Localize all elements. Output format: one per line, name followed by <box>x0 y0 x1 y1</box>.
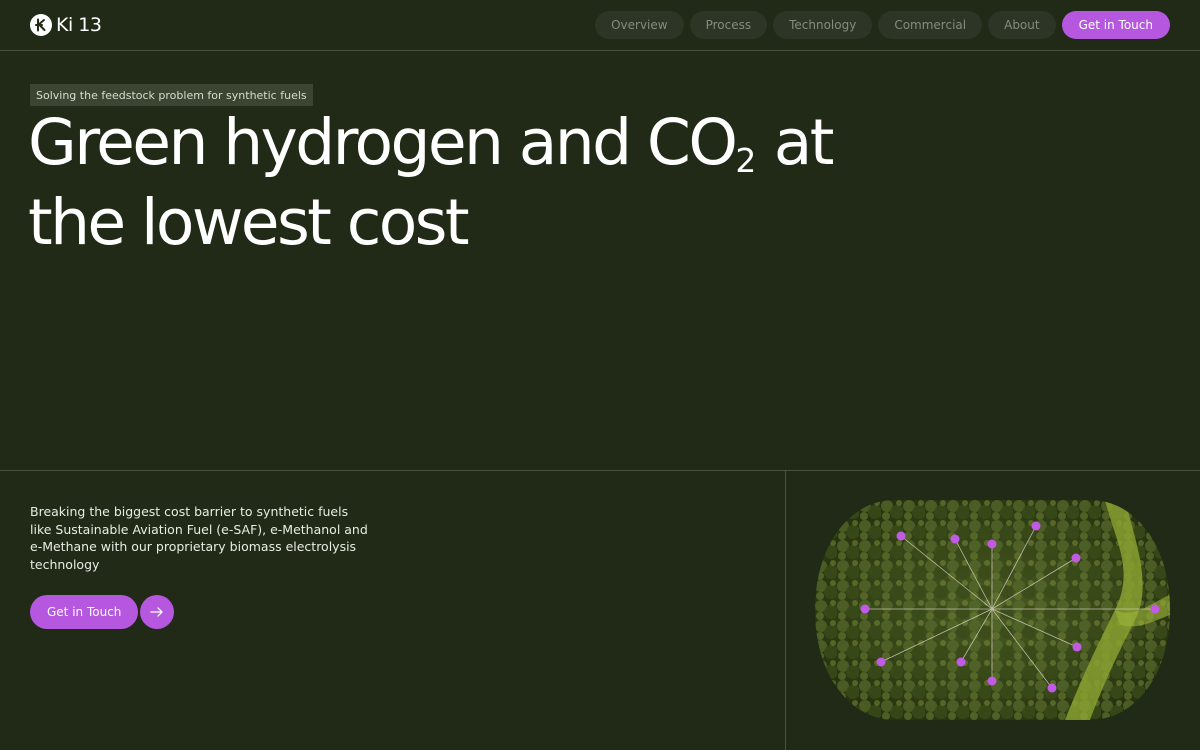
nav-item-commercial[interactable]: Commercial <box>878 11 983 39</box>
section-divider <box>0 470 1200 471</box>
main-nav: Overview Process Technology Commercial A… <box>595 11 1170 39</box>
hero-headline: Green hydrogen and CO2 at the lowest cos… <box>28 111 928 259</box>
nav-item-overview[interactable]: Overview <box>595 11 684 39</box>
headline-part-1: Green hydrogen and CO <box>28 106 738 179</box>
site-header: Ki 13 Overview Process Technology Commer… <box>0 0 1200 51</box>
ki-circle-logo-icon <box>30 14 52 36</box>
header-get-in-touch-button[interactable]: Get in Touch <box>1061 11 1170 39</box>
nav-item-about[interactable]: About <box>988 11 1056 39</box>
column-divider <box>785 471 786 750</box>
brand-name: Ki 13 <box>56 14 102 36</box>
intro-cta-group: Get in Touch <box>30 595 175 629</box>
headline-line-1: Green hydrogen and CO2 at <box>28 111 928 192</box>
headline-line-2: the lowest cost <box>28 186 470 259</box>
headline-part-2: at <box>756 106 835 179</box>
intro-get-in-touch-button[interactable]: Get in Touch <box>30 595 139 629</box>
forest-network-graphic <box>815 500 1170 720</box>
hero-tagline: Solving the feedstock problem for synthe… <box>30 84 313 106</box>
arrow-right-icon[interactable] <box>140 595 175 629</box>
brand-logo[interactable]: Ki 13 <box>30 13 102 37</box>
nav-item-process[interactable]: Process <box>689 11 768 39</box>
intro-description: Breaking the biggest cost barrier to syn… <box>30 504 368 572</box>
nav-item-technology[interactable]: Technology <box>773 11 873 39</box>
headline-subscript: 2 <box>735 141 757 180</box>
